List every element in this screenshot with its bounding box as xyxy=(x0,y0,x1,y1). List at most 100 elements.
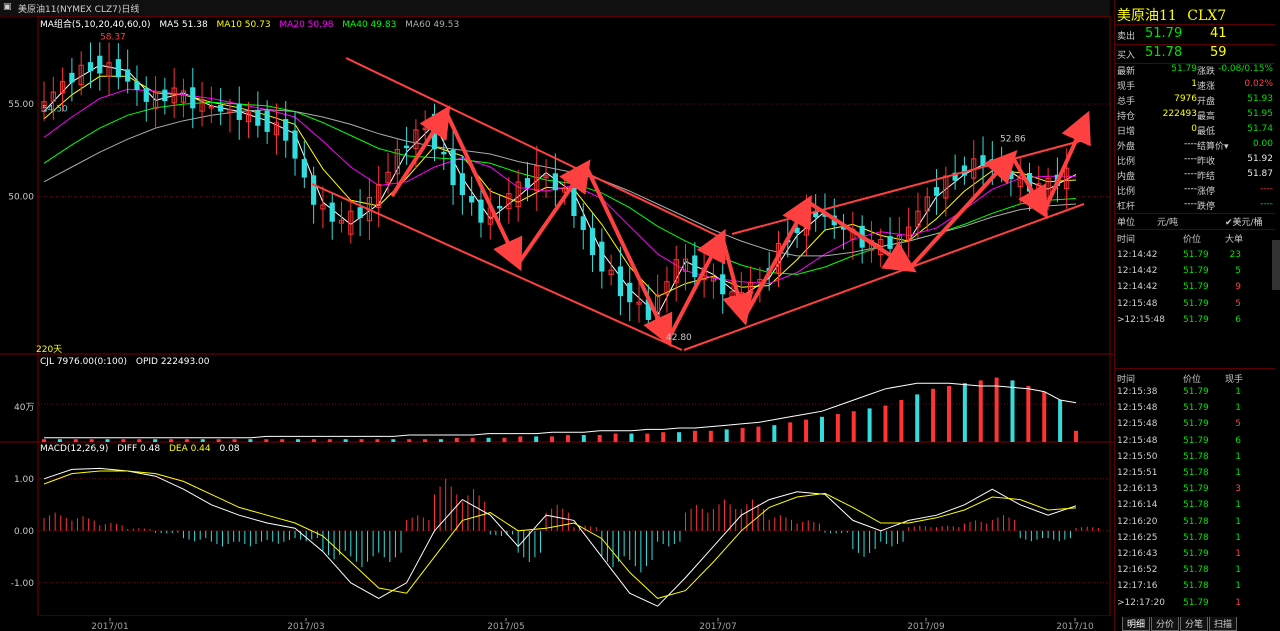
ma-legend-label: MA组合(5,10,20,40,60,0) xyxy=(40,20,151,30)
buy-price: 51.78 xyxy=(1145,45,1183,60)
volume-legend: CJL 7976.00(0:100) OPID 222493.00 xyxy=(40,357,210,367)
large-order-row[interactable]: >12:15:48 51.79 6 xyxy=(1115,315,1275,332)
tick-qty: 1 xyxy=(1235,403,1241,414)
macd-title: MACD(12,26,9) xyxy=(40,444,109,454)
panel-tab-0[interactable]: 明细 xyxy=(1122,617,1151,631)
sell-qty: 41 xyxy=(1210,26,1227,41)
panel-tab-1[interactable]: 分价 xyxy=(1151,617,1180,631)
large-order-row[interactable]: 12:14:42 51.79 23 xyxy=(1115,250,1275,267)
tick-row[interactable]: 12:16:14 51.78 1 xyxy=(1115,500,1275,517)
quote-label: 比例 xyxy=(1117,187,1136,197)
price-annotation: 58.37 xyxy=(100,33,126,43)
tick-row[interactable]: 12:15:38 51.79 1 xyxy=(1115,387,1275,404)
volume-bar xyxy=(645,433,650,442)
large-order-row[interactable]: 12:14:42 51.79 5 xyxy=(1115,266,1275,283)
ticks1-qty-header: 大单 xyxy=(1225,235,1244,245)
tick-row[interactable]: 12:16:20 51.78 1 xyxy=(1115,517,1275,534)
tick-row[interactable]: 12:16:43 51.79 1 xyxy=(1115,549,1275,566)
tick-price: 51.78 xyxy=(1183,516,1209,527)
tick-qty: 6 xyxy=(1235,314,1241,325)
quote-value-2: -0.08/0.15% xyxy=(1218,64,1273,74)
volume-bar xyxy=(661,432,666,442)
tick-time: >12:15:48 xyxy=(1117,314,1165,325)
tick-row[interactable]: 12:16:13 51.79 3 xyxy=(1115,484,1275,501)
quote-label-2: 涨跌 xyxy=(1197,67,1216,77)
quote-label: 内盘 xyxy=(1117,172,1136,182)
volume-bar xyxy=(502,437,507,442)
tick-price: 51.79 xyxy=(1183,298,1209,309)
kline-chart[interactable]: 55.00 50.00 1.00 0.00 -1.00 58.37 54.50 42.80 52… xyxy=(0,16,1114,616)
tick-row[interactable]: 12:16:52 51.78 1 xyxy=(1115,565,1275,582)
volume-bar xyxy=(804,419,809,442)
quote-label-2: 最低 xyxy=(1197,127,1216,137)
buy-row[interactable]: 买入 51.78 59 xyxy=(1115,45,1275,63)
panel-scrollbar[interactable] xyxy=(1272,240,1280,290)
tick-row[interactable]: 12:15:48 51.79 6 xyxy=(1115,436,1275,453)
tick-row[interactable]: 12:15:48 51.79 5 xyxy=(1115,419,1275,436)
candle-body xyxy=(580,216,586,230)
tick-row[interactable]: 12:17:16 51.78 1 xyxy=(1115,581,1275,598)
candle-body xyxy=(301,159,307,178)
candle-body xyxy=(255,110,261,126)
candle-body xyxy=(524,178,531,188)
large-order-row[interactable]: 12:14:42 51.79 9 xyxy=(1115,282,1275,299)
quote-value-2: 51.93 xyxy=(1247,94,1273,104)
panel-tabs: 明细 分价 分笔 扫描 xyxy=(1122,617,1238,631)
tick-time: 12:15:38 xyxy=(1117,387,1158,397)
tick-row[interactable]: 12:15:48 51.79 1 xyxy=(1115,403,1275,420)
volume-bar xyxy=(470,437,475,442)
chart-frame xyxy=(37,16,1111,616)
tick-price: 51.79 xyxy=(1183,435,1209,446)
tick-price: 51.78 xyxy=(1183,451,1209,462)
candle-body xyxy=(329,202,335,222)
tick-time: 12:15:48 xyxy=(1117,298,1158,309)
candle-body xyxy=(617,266,624,297)
tick-qty: 1 xyxy=(1235,500,1241,511)
tick-time: 12:15:48 xyxy=(1117,435,1158,446)
volume-bar xyxy=(835,414,840,442)
currency-toggle[interactable]: ✔美元/桶 xyxy=(1225,215,1263,228)
candle-body xyxy=(441,151,447,155)
ticks1-header: 时间 价位 大单 xyxy=(1115,232,1275,249)
volume-bar xyxy=(851,411,856,442)
tick-row[interactable]: 12:16:25 51.78 1 xyxy=(1115,533,1275,550)
quote-value: ---- xyxy=(1184,169,1197,179)
tick-price: 51.79 xyxy=(1183,419,1209,430)
candle-body xyxy=(496,205,503,209)
quote-label: 比例 xyxy=(1117,157,1136,167)
volume-bar xyxy=(915,394,920,442)
quote-label-2: 涨停 xyxy=(1197,187,1216,197)
volume-bar xyxy=(216,439,221,442)
volume-bar xyxy=(565,435,570,442)
tick-price: 51.78 xyxy=(1183,468,1209,478)
quote-label-2: 开盘 xyxy=(1197,97,1216,107)
menu-icon[interactable]: ▣ xyxy=(3,2,12,12)
quote-value-2: 51.92 xyxy=(1247,154,1273,164)
candle-body xyxy=(97,55,103,74)
panel-tab-3[interactable]: 扫描 xyxy=(1209,617,1238,631)
ma5-label: MA5 51.38 xyxy=(159,20,208,30)
tick-row[interactable]: 12:15:50 51.78 1 xyxy=(1115,452,1275,469)
macd-tick-label: -1.00 xyxy=(11,579,35,589)
tick-qty: 5 xyxy=(1235,298,1241,309)
tick-time: 12:14:42 xyxy=(1117,282,1158,293)
wave-arrow xyxy=(806,200,917,273)
tick-time: 12:15:48 xyxy=(1117,419,1158,430)
candle-body xyxy=(933,187,940,196)
tick-row[interactable]: >12:17:20 51.79 1 xyxy=(1115,598,1275,615)
contract-header: 美原油11 CLX7 xyxy=(1117,5,1226,25)
candle-body xyxy=(87,62,94,72)
volume-bar xyxy=(978,380,983,442)
price-tick-label: 55.00 xyxy=(8,100,34,110)
sell-row[interactable]: 卖出 51.79 41 xyxy=(1115,26,1275,44)
quote-label: 最新 xyxy=(1117,67,1136,77)
volume-bar xyxy=(1074,430,1078,442)
tick-row[interactable]: 12:15:51 51.78 1 xyxy=(1115,468,1275,485)
volume-bar xyxy=(677,432,682,442)
volume-bar xyxy=(597,435,602,442)
quote-label-2[interactable]: 结算价▾ xyxy=(1197,139,1229,152)
volume-bar xyxy=(407,439,412,442)
large-order-row[interactable]: 12:15:48 51.79 5 xyxy=(1115,299,1275,316)
tick-qty: 3 xyxy=(1235,484,1241,495)
panel-tab-2[interactable]: 分笔 xyxy=(1180,617,1209,631)
